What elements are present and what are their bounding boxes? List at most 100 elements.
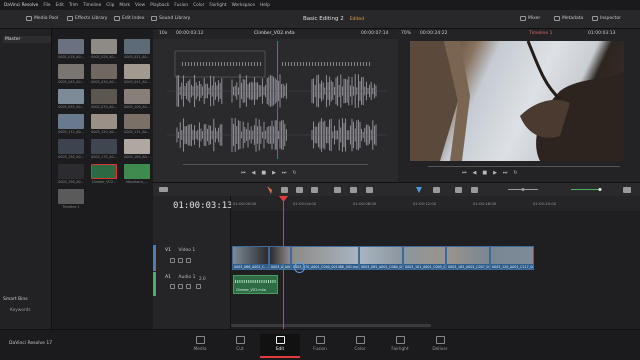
sound-library-button[interactable]: Sound Library <box>151 16 190 21</box>
media-pool-clip[interactable] <box>58 139 84 154</box>
page-tab-color[interactable]: Color <box>340 334 380 358</box>
edit-tools[interactable] <box>153 183 640 197</box>
ruler-tick-label: 01:00:16:00 <box>473 201 497 206</box>
menu-item-clip[interactable]: Clip <box>106 3 114 8</box>
playhead-handle[interactable] <box>279 196 288 202</box>
audio-clip-icon[interactable] <box>196 284 201 289</box>
media-pool-clip-label: 0003_120_A0... <box>91 130 117 134</box>
media-pool-button[interactable]: Media Pool <box>26 16 58 21</box>
lock-icon[interactable] <box>170 258 175 263</box>
menu-item-color[interactable]: Color <box>193 3 204 8</box>
video-track-header: V1 Video 1 <box>165 248 195 253</box>
timeline[interactable]: 01:00:00:00 01:00:04:00 01:00:08:00 01:00:1… <box>231 196 640 329</box>
menu-item-view[interactable]: View <box>135 3 145 8</box>
audio-track: Climber_VO2.m4a <box>231 273 640 295</box>
media-pool-clip[interactable] <box>58 114 84 129</box>
media-pool-clip[interactable] <box>124 164 150 179</box>
source-zoom[interactable]: 10x <box>159 31 167 36</box>
media-pool-clip[interactable] <box>58 189 84 204</box>
ruler-tick-label: 01:00:08:00 <box>353 201 377 206</box>
video-track-id: V1 <box>165 248 171 253</box>
page-tab-deliver[interactable]: Deliver <box>420 334 460 358</box>
media-pool-clip[interactable] <box>91 114 117 129</box>
menu-item-workspace[interactable]: Workspace <box>232 3 256 8</box>
program-scrubber[interactable] <box>428 166 620 167</box>
page-tab-edit[interactable]: Edit <box>260 334 300 358</box>
project-title: Basic Editing 2 Edited <box>303 16 365 22</box>
timeline-video-clip[interactable]: 0003_101_A001_C005_001... <box>403 246 446 270</box>
bin-list: Master Smart Bins Keywords <box>0 29 52 329</box>
audio-lock-icon[interactable] <box>170 284 175 289</box>
menu-item-fusion[interactable]: Fusion <box>174 3 188 8</box>
media-pool-clip[interactable] <box>58 64 84 79</box>
effects-library-button[interactable]: Effects Library <box>67 16 107 21</box>
media-pool-clip[interactable] <box>58 39 84 54</box>
master-bin[interactable]: Master <box>3 36 51 43</box>
audio-track-patch[interactable] <box>153 272 156 296</box>
media-pool-clip[interactable] <box>124 114 150 129</box>
metadata-button[interactable]: Metadata <box>554 16 583 21</box>
page-tab-label: Media <box>193 347 207 352</box>
source-timecode-in: 00:00:03:12 <box>176 31 204 36</box>
media-pool-clip[interactable] <box>58 89 84 104</box>
effects-icon <box>67 16 73 21</box>
page-tab-fusion[interactable]: Fusion <box>300 334 340 358</box>
media-pool-clip[interactable] <box>124 64 150 79</box>
menu-item-file[interactable]: File <box>43 3 50 8</box>
media-pool-clip[interactable] <box>124 139 150 154</box>
media-pool-clip[interactable] <box>91 39 117 54</box>
timeline-video-clip[interactable]: 0003_120_A001_C117_0014... <box>490 246 534 270</box>
edit-index-button[interactable]: Edit Index <box>114 16 145 21</box>
mute-icon[interactable] <box>186 284 191 289</box>
media-pool-clip[interactable] <box>91 64 117 79</box>
program-viewer-header: 70% 00:00:24:22 Timeline 1 01:00:03:13 <box>398 29 640 39</box>
media-pool-clip[interactable] <box>58 164 84 179</box>
timeline-video-clip[interactable]: 0003_066_A001_C... <box>232 246 269 270</box>
clip-thumbnail <box>447 247 489 264</box>
page-tab-cut[interactable]: Cut <box>220 334 260 358</box>
menu-item-timeline[interactable]: Timeline <box>83 3 101 8</box>
program-transport-controls[interactable]: ⏮◀■▶⏭↻ <box>462 170 524 176</box>
menu-item-davinci-resolve[interactable]: DaVinci Resolve <box>4 3 38 8</box>
inspector-button[interactable]: Inspector <box>592 16 621 21</box>
page-tab-media[interactable]: Media <box>180 334 220 358</box>
climber-image <box>410 40 624 161</box>
timeline-scrollbar[interactable] <box>231 324 431 327</box>
menu-item-fairlight[interactable]: Fairlight <box>209 3 226 8</box>
timeline-playhead[interactable] <box>283 196 284 329</box>
source-scrubber[interactable] <box>183 164 368 165</box>
auto-select-icon[interactable] <box>178 258 183 263</box>
timeline-video-clip[interactable]: 0003_085_A001_C064_00... <box>359 246 403 270</box>
media-pool-clip-label: 0003_150_A0... <box>58 155 84 159</box>
program-zoom[interactable]: 70% <box>401 31 411 36</box>
media-pool-clip-label: Timeline 1 <box>62 205 80 209</box>
media-pool-clip[interactable] <box>91 89 117 104</box>
media-pool-clip[interactable] <box>91 164 117 179</box>
audio-clip[interactable]: Climber_VO2.m4a <box>233 275 278 294</box>
page-tab-fairlight[interactable]: Fairlight <box>380 334 420 358</box>
media-pool-clip[interactable] <box>124 89 150 104</box>
clip-thumbnail <box>491 247 533 264</box>
menu-item-edit[interactable]: Edit <box>56 3 64 8</box>
mixer-button[interactable]: Mixer <box>520 16 540 21</box>
menu-item-help[interactable]: Help <box>260 3 270 8</box>
timeline-ruler[interactable]: 01:00:00:00 01:00:04:00 01:00:08:00 01:00:1… <box>231 196 640 211</box>
video-frame <box>410 40 624 161</box>
media-pool-clip[interactable] <box>124 39 150 54</box>
video-track-patch[interactable] <box>153 245 156 271</box>
disable-track-icon[interactable] <box>186 258 191 263</box>
media-pool-clip[interactable] <box>91 139 117 154</box>
timeline-name[interactable]: Timeline 1 <box>529 31 552 36</box>
menu-item-playback[interactable]: Playback <box>150 3 169 8</box>
timeline-video-clip[interactable]: 0003_165_A001_C007_0014... <box>446 246 490 270</box>
menu-item-trim[interactable]: Trim <box>69 3 78 8</box>
media-pool-clip-label: 0002_018_A0... <box>58 55 84 59</box>
media-pool-clip-label: 0003_131_A0... <box>124 130 150 134</box>
timeline-clip-label: 0003_120_A001_C117_0014... <box>492 265 533 269</box>
timeline-video-clip[interactable]: 0003_0_A001_C... <box>269 246 291 270</box>
source-transport-controls[interactable]: ⏮◀■▶⏭↻ <box>241 170 303 176</box>
keywords-bin[interactable]: Keywords <box>10 308 31 313</box>
source-playhead[interactable] <box>277 41 278 159</box>
solo-icon[interactable] <box>178 284 183 289</box>
menu-item-mark[interactable]: Mark <box>119 3 130 8</box>
